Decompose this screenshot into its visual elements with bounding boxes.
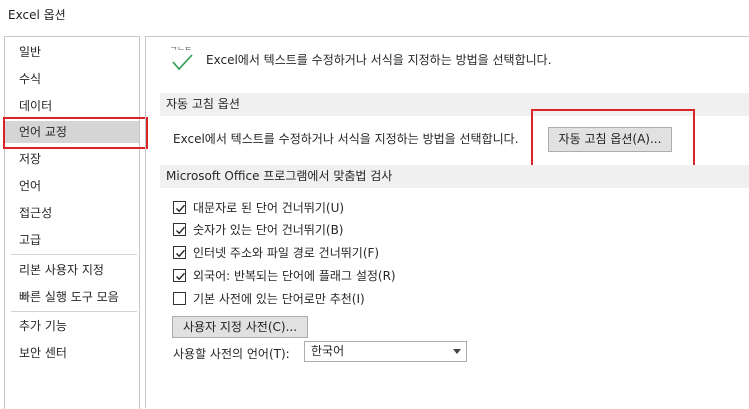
option-label: 외국어: 반복되는 단어에 플래그 설정(R): [193, 269, 396, 283]
checkbox[interactable]: [173, 269, 186, 282]
sidebar-item-general[interactable]: 일반: [5, 41, 139, 63]
autocorrect-description: Excel에서 텍스트를 수정하거나 서식을 지정하는 방법을 선택합니다.: [173, 132, 519, 146]
sidebar-item-accessibility[interactable]: 접근성: [5, 202, 139, 224]
proofing-header-text: Excel에서 텍스트를 수정하거나 서식을 지정하는 방법을 선택합니다.: [206, 53, 552, 67]
sidebar-item-customize-ribbon[interactable]: 리본 사용자 지정: [5, 259, 139, 281]
sidebar-item-trust-center[interactable]: 보안 센터: [5, 342, 139, 364]
sidebar-item-language[interactable]: 언어: [5, 175, 139, 197]
custom-dictionaries-button[interactable]: 사용자 지정 사전(C)...: [172, 316, 308, 338]
main-panel-top-border: [145, 36, 749, 37]
option-label: 숫자가 있는 단어 건너뛰기(B): [193, 223, 344, 237]
option-label: 대문자로 된 단어 건너뛰기(U): [193, 201, 345, 215]
window-title: Excel 옵션: [8, 8, 66, 22]
dictionary-language-label: 사용할 사전의 언어(T):: [173, 347, 290, 361]
dictionary-language-value: 한국어: [311, 344, 345, 358]
sidebar-item-data[interactable]: 데이터: [5, 95, 139, 117]
chevron-down-icon: [453, 349, 461, 354]
sidebar-item-advanced[interactable]: 고급: [5, 229, 139, 251]
dictionary-language-select[interactable]: 한국어: [304, 341, 467, 362]
highlight-box-proofing: [3, 117, 148, 149]
sidebar-divider: [11, 254, 137, 255]
checkbox[interactable]: [173, 201, 186, 214]
checkbox[interactable]: [173, 292, 186, 305]
sidebar-item-quick-access-toolbar[interactable]: 빠른 실행 도구 모음: [5, 286, 139, 308]
checkbox[interactable]: [173, 223, 186, 236]
svg-text:ᄀᄂᄃ: ᄀᄂᄃ: [170, 46, 192, 55]
option-label: 인터넷 주소와 파일 경로 건너뛰기(F): [193, 246, 380, 260]
proofing-check-icon: ᄀᄂᄃ: [170, 44, 194, 72]
sidebar-divider: [11, 311, 137, 312]
main-panel-border: [145, 36, 146, 408]
highlight-box-autocorrect: [531, 109, 695, 172]
sidebar-item-add-ins[interactable]: 추가 기능: [5, 315, 139, 337]
checkbox[interactable]: [173, 246, 186, 259]
sidebar-item-save[interactable]: 저장: [5, 148, 139, 170]
option-label: 기본 사전에 있는 단어로만 추천(I): [193, 292, 365, 306]
sidebar-nav: 일반 수식 데이터 언어 교정 저장 언어 접근성 고급 리본 사용자 지정 빠…: [4, 36, 140, 409]
sidebar-item-formulas[interactable]: 수식: [5, 68, 139, 90]
spelling-section-title: Microsoft Office 프로그램에서 맞춤법 검사: [160, 165, 749, 188]
